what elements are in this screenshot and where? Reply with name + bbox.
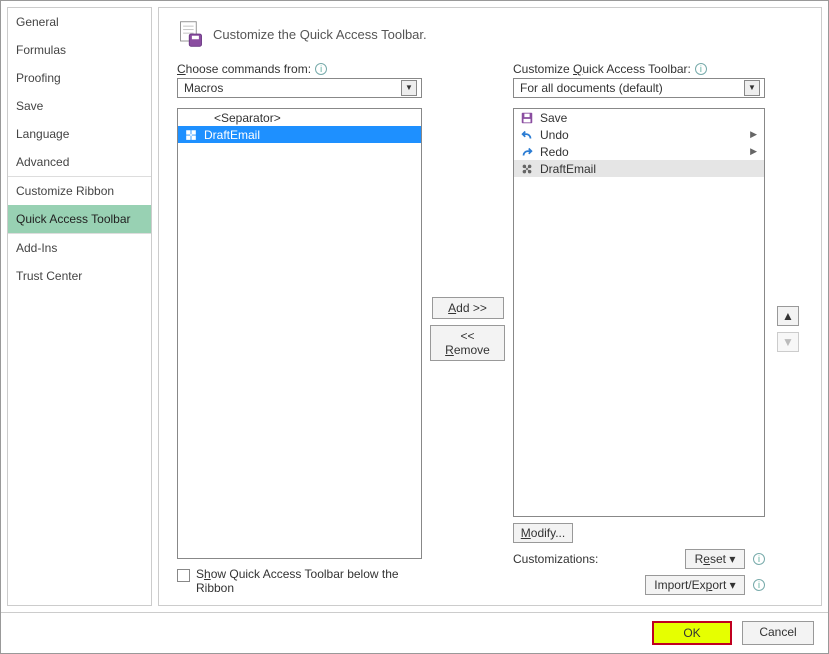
expand-icon[interactable]: ▶ bbox=[750, 146, 760, 157]
dropdown-arrow-icon: ▼ bbox=[744, 80, 760, 96]
customizations-label: Customizations: bbox=[513, 552, 598, 566]
choose-commands-dropdown[interactable]: Macros ▼ bbox=[177, 78, 422, 98]
available-commands-column: Choose commands from: i Macros ▼ <Separa… bbox=[177, 62, 422, 595]
info-icon[interactable]: i bbox=[753, 553, 765, 565]
up-arrow-icon: ▲ bbox=[782, 309, 794, 323]
sidebar-item-save[interactable]: Save bbox=[8, 92, 151, 120]
list-item-separator[interactable]: <Separator> bbox=[178, 109, 421, 126]
choose-commands-value: Macros bbox=[184, 81, 223, 95]
reorder-buttons: ▲ ▼ bbox=[773, 62, 803, 595]
save-icon bbox=[520, 111, 534, 125]
current-qat-list[interactable]: Save Undo ▶ bbox=[513, 108, 765, 517]
redo-icon bbox=[520, 145, 534, 159]
sidebar-item-language[interactable]: Language bbox=[8, 120, 151, 148]
sidebar-item-customize-ribbon[interactable]: Customize Ribbon bbox=[8, 177, 151, 205]
info-icon[interactable]: i bbox=[753, 579, 765, 591]
cancel-button[interactable]: Cancel bbox=[742, 621, 814, 645]
info-icon[interactable]: i bbox=[315, 63, 327, 75]
customize-qat-icon bbox=[177, 20, 205, 48]
expand-icon[interactable]: ▶ bbox=[750, 129, 760, 140]
columns: Choose commands from: i Macros ▼ <Separa… bbox=[177, 62, 803, 595]
move-up-button[interactable]: ▲ bbox=[777, 306, 799, 326]
undo-icon bbox=[520, 128, 534, 142]
sidebar-item-add-ins[interactable]: Add-Ins bbox=[8, 234, 151, 262]
ok-button[interactable]: OK bbox=[652, 621, 732, 645]
dialog-body: General Formulas Proofing Save Language … bbox=[1, 1, 828, 612]
sidebar-item-advanced[interactable]: Advanced bbox=[8, 148, 151, 176]
remove-button[interactable]: << Remove bbox=[430, 325, 505, 361]
transfer-buttons: Add >> << Remove bbox=[430, 62, 505, 595]
down-arrow-icon: ▼ bbox=[782, 335, 794, 349]
dialog-footer: OK Cancel bbox=[1, 612, 828, 653]
reset-button[interactable]: Reset ▾ bbox=[685, 549, 745, 569]
sidebar-item-proofing[interactable]: Proofing bbox=[8, 64, 151, 92]
list-item-draftemail[interactable]: DraftEmail bbox=[178, 126, 421, 143]
available-commands-list[interactable]: <Separator> DraftEmail bbox=[177, 108, 422, 559]
add-button[interactable]: Add >> bbox=[432, 297, 504, 319]
sidebar-item-trust-center[interactable]: Trust Center bbox=[8, 262, 151, 290]
modify-button[interactable]: Modify... bbox=[513, 523, 573, 543]
list-item-undo[interactable]: Undo ▶ bbox=[514, 126, 764, 143]
macro-icon bbox=[184, 128, 198, 142]
import-export-button[interactable]: Import/Export ▾ bbox=[645, 575, 745, 595]
macro-icon bbox=[520, 162, 534, 176]
sidebar-item-formulas[interactable]: Formulas bbox=[8, 36, 151, 64]
customize-qat-value: For all documents (default) bbox=[520, 81, 663, 95]
dropdown-arrow-icon: ▼ bbox=[401, 80, 417, 96]
customize-qat-dropdown[interactable]: For all documents (default) ▼ bbox=[513, 78, 765, 98]
show-below-ribbon-label: Show Quick Access Toolbar below the Ribb… bbox=[196, 567, 422, 595]
show-below-ribbon-row: Show Quick Access Toolbar below the Ribb… bbox=[177, 567, 422, 595]
list-item-redo[interactable]: Redo ▶ bbox=[514, 143, 764, 160]
move-down-button[interactable]: ▼ bbox=[777, 332, 799, 352]
options-dialog: General Formulas Proofing Save Language … bbox=[0, 0, 829, 654]
customize-qat-label: Customize Quick Access Toolbar: i bbox=[513, 62, 765, 76]
choose-commands-label: Choose commands from: i bbox=[177, 62, 422, 76]
sidebar-item-general[interactable]: General bbox=[8, 8, 151, 36]
sidebar-item-quick-access-toolbar[interactable]: Quick Access Toolbar bbox=[8, 205, 151, 233]
list-item-draftemail[interactable]: DraftEmail bbox=[514, 160, 764, 177]
list-item-save[interactable]: Save bbox=[514, 109, 764, 126]
category-sidebar: General Formulas Proofing Save Language … bbox=[7, 7, 152, 606]
main-panel: Customize the Quick Access Toolbar. Choo… bbox=[158, 7, 822, 606]
info-icon[interactable]: i bbox=[695, 63, 707, 75]
show-below-ribbon-checkbox[interactable] bbox=[177, 569, 190, 582]
current-qat-column: Customize Quick Access Toolbar: i For al… bbox=[513, 62, 765, 595]
panel-heading-text: Customize the Quick Access Toolbar. bbox=[213, 27, 427, 42]
panel-heading: Customize the Quick Access Toolbar. bbox=[177, 20, 803, 48]
